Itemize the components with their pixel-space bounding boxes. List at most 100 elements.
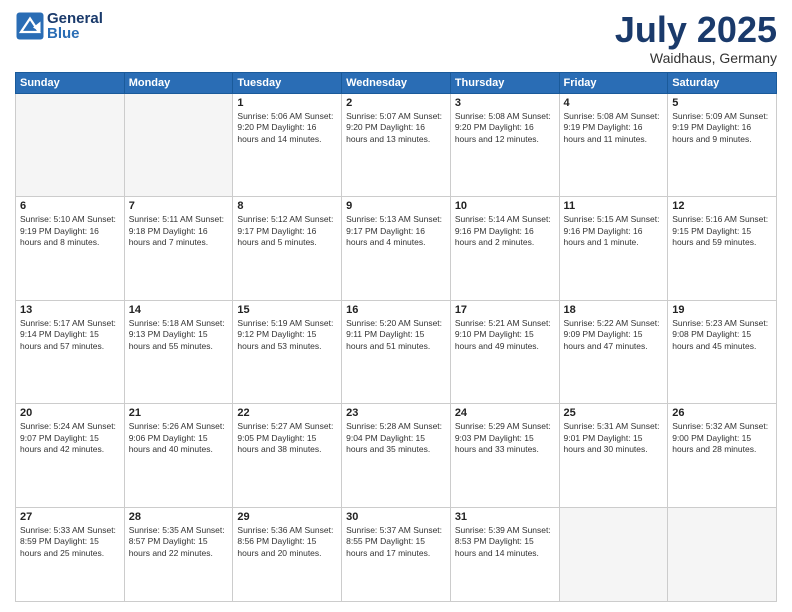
day-info: Sunrise: 5:07 AM Sunset: 9:20 PM Dayligh… xyxy=(346,111,446,145)
day-number: 20 xyxy=(20,407,120,419)
day-info: Sunrise: 5:28 AM Sunset: 9:04 PM Dayligh… xyxy=(346,421,446,455)
calendar-cell: 10Sunrise: 5:14 AM Sunset: 9:16 PM Dayli… xyxy=(450,197,559,301)
logo-text: General Blue xyxy=(47,10,103,42)
day-number: 5 xyxy=(672,97,772,109)
day-info: Sunrise: 5:21 AM Sunset: 9:10 PM Dayligh… xyxy=(455,318,555,352)
day-info: Sunrise: 5:36 AM Sunset: 8:56 PM Dayligh… xyxy=(237,525,337,559)
day-number: 27 xyxy=(20,511,120,523)
calendar-cell: 1 Sunrise: 5:06 AM Sunset: 9:20 PM Daylig… xyxy=(233,93,342,197)
title-block: July 2025 Waidhaus, Germany xyxy=(615,10,777,66)
day-info: Sunrise: 5:08 AM Sunset: 9:20 PM Dayligh… xyxy=(455,111,555,145)
day-number: 24 xyxy=(455,407,555,419)
weekday-header-tuesday: Tuesday xyxy=(233,72,342,93)
calendar-cell: 27 Sunrise: 5:33 AM Sunset: 8:59 PM Dayli… xyxy=(16,507,125,601)
logo: General Blue xyxy=(15,10,103,42)
day-number: 2 xyxy=(346,97,446,109)
day-info: Sunrise: 5:32 AM Sunset: 9:00 PM Dayligh… xyxy=(672,421,772,455)
day-info: Sunrise: 5:16 AM Sunset: 9:15 PM Dayligh… xyxy=(672,214,772,248)
weekday-header-row: SundayMondayTuesdayWednesdayThursdayFrid… xyxy=(16,72,777,93)
calendar-cell: 4 Sunrise: 5:08 AM Sunset: 9:19 PM Daylig… xyxy=(559,93,668,197)
calendar-cell xyxy=(124,93,233,197)
page: General Blue July 2025 Waidhaus, Germany… xyxy=(0,0,792,612)
day-info: Sunrise: 5:17 AM Sunset: 9:14 PM Dayligh… xyxy=(20,318,120,352)
calendar-cell: 26 Sunrise: 5:32 AM Sunset: 9:00 PM Dayli… xyxy=(668,404,777,508)
weekday-header-monday: Monday xyxy=(124,72,233,93)
calendar-cell: 22Sunrise: 5:27 AM Sunset: 9:05 PM Dayli… xyxy=(233,404,342,508)
day-info: Sunrise: 5:13 AM Sunset: 9:17 PM Dayligh… xyxy=(346,214,446,248)
day-info: Sunrise: 5:37 AM Sunset: 8:55 PM Dayligh… xyxy=(346,525,446,559)
calendar-cell: 6Sunrise: 5:10 AM Sunset: 9:19 PM Daylig… xyxy=(16,197,125,301)
day-number: 15 xyxy=(237,304,337,316)
calendar-cell: 23Sunrise: 5:28 AM Sunset: 9:04 PM Dayli… xyxy=(342,404,451,508)
week-row-2: 6Sunrise: 5:10 AM Sunset: 9:19 PM Daylig… xyxy=(16,197,777,301)
day-info: Sunrise: 5:11 AM Sunset: 9:18 PM Dayligh… xyxy=(129,214,229,248)
calendar-cell: 5 Sunrise: 5:09 AM Sunset: 9:19 PM Daylig… xyxy=(668,93,777,197)
weekday-header-wednesday: Wednesday xyxy=(342,72,451,93)
calendar-cell: 17Sunrise: 5:21 AM Sunset: 9:10 PM Dayli… xyxy=(450,300,559,404)
calendar-cell: 28 Sunrise: 5:35 AM Sunset: 8:57 PM Dayli… xyxy=(124,507,233,601)
day-info: Sunrise: 5:22 AM Sunset: 9:09 PM Dayligh… xyxy=(564,318,664,352)
day-number: 13 xyxy=(20,304,120,316)
day-number: 8 xyxy=(237,200,337,212)
calendar-cell xyxy=(16,93,125,197)
day-number: 4 xyxy=(564,97,664,109)
day-number: 19 xyxy=(672,304,772,316)
day-number: 7 xyxy=(129,200,229,212)
month-title: July 2025 xyxy=(615,10,777,50)
location-subtitle: Waidhaus, Germany xyxy=(615,50,777,66)
day-number: 9 xyxy=(346,200,446,212)
calendar-cell: 25 Sunrise: 5:31 AM Sunset: 9:01 PM Dayli… xyxy=(559,404,668,508)
day-info: Sunrise: 5:18 AM Sunset: 9:13 PM Dayligh… xyxy=(129,318,229,352)
day-number: 18 xyxy=(564,304,664,316)
calendar-cell: 13 Sunrise: 5:17 AM Sunset: 9:14 PM Dayli… xyxy=(16,300,125,404)
day-number: 14 xyxy=(129,304,229,316)
day-info: Sunrise: 5:06 AM Sunset: 9:20 PM Dayligh… xyxy=(237,111,337,145)
day-info: Sunrise: 5:19 AM Sunset: 9:12 PM Dayligh… xyxy=(237,318,337,352)
calendar-cell: 2 Sunrise: 5:07 AM Sunset: 9:20 PM Daylig… xyxy=(342,93,451,197)
calendar-cell: 7 Sunrise: 5:11 AM Sunset: 9:18 PM Daylig… xyxy=(124,197,233,301)
calendar-cell: 19 Sunrise: 5:23 AM Sunset: 9:08 PM Dayli… xyxy=(668,300,777,404)
day-number: 21 xyxy=(129,407,229,419)
week-row-3: 13 Sunrise: 5:17 AM Sunset: 9:14 PM Dayli… xyxy=(16,300,777,404)
calendar-cell: 18 Sunrise: 5:22 AM Sunset: 9:09 PM Dayli… xyxy=(559,300,668,404)
calendar-cell: 20 Sunrise: 5:24 AM Sunset: 9:07 PM Dayli… xyxy=(16,404,125,508)
day-info: Sunrise: 5:09 AM Sunset: 9:19 PM Dayligh… xyxy=(672,111,772,145)
day-info: Sunrise: 5:08 AM Sunset: 9:19 PM Dayligh… xyxy=(564,111,664,145)
day-number: 30 xyxy=(346,511,446,523)
logo-icon xyxy=(15,11,45,41)
day-number: 16 xyxy=(346,304,446,316)
day-info: Sunrise: 5:33 AM Sunset: 8:59 PM Dayligh… xyxy=(20,525,120,559)
day-info: Sunrise: 5:15 AM Sunset: 9:16 PM Dayligh… xyxy=(564,214,664,248)
weekday-header-saturday: Saturday xyxy=(668,72,777,93)
day-info: Sunrise: 5:23 AM Sunset: 9:08 PM Dayligh… xyxy=(672,318,772,352)
day-number: 12 xyxy=(672,200,772,212)
calendar-cell xyxy=(559,507,668,601)
calendar-cell: 16 Sunrise: 5:20 AM Sunset: 9:11 PM Dayli… xyxy=(342,300,451,404)
day-info: Sunrise: 5:29 AM Sunset: 9:03 PM Dayligh… xyxy=(455,421,555,455)
calendar-cell: 14 Sunrise: 5:18 AM Sunset: 9:13 PM Dayli… xyxy=(124,300,233,404)
day-info: Sunrise: 5:24 AM Sunset: 9:07 PM Dayligh… xyxy=(20,421,120,455)
day-number: 10 xyxy=(455,200,555,212)
calendar-cell: 29Sunrise: 5:36 AM Sunset: 8:56 PM Dayli… xyxy=(233,507,342,601)
day-info: Sunrise: 5:20 AM Sunset: 9:11 PM Dayligh… xyxy=(346,318,446,352)
calendar-cell xyxy=(668,507,777,601)
day-info: Sunrise: 5:39 AM Sunset: 8:53 PM Dayligh… xyxy=(455,525,555,559)
day-info: Sunrise: 5:12 AM Sunset: 9:17 PM Dayligh… xyxy=(237,214,337,248)
week-row-1: 1 Sunrise: 5:06 AM Sunset: 9:20 PM Daylig… xyxy=(16,93,777,197)
calendar-cell: 8 Sunrise: 5:12 AM Sunset: 9:17 PM Daylig… xyxy=(233,197,342,301)
calendar-cell: 15 Sunrise: 5:19 AM Sunset: 9:12 PM Dayli… xyxy=(233,300,342,404)
day-info: Sunrise: 5:27 AM Sunset: 9:05 PM Dayligh… xyxy=(237,421,337,455)
day-info: Sunrise: 5:35 AM Sunset: 8:57 PM Dayligh… xyxy=(129,525,229,559)
calendar-cell: 3Sunrise: 5:08 AM Sunset: 9:20 PM Daylig… xyxy=(450,93,559,197)
day-number: 26 xyxy=(672,407,772,419)
week-row-5: 27 Sunrise: 5:33 AM Sunset: 8:59 PM Dayli… xyxy=(16,507,777,601)
day-number: 1 xyxy=(237,97,337,109)
day-number: 25 xyxy=(564,407,664,419)
day-number: 6 xyxy=(20,200,120,212)
calendar-cell: 11Sunrise: 5:15 AM Sunset: 9:16 PM Dayli… xyxy=(559,197,668,301)
day-number: 28 xyxy=(129,511,229,523)
day-number: 31 xyxy=(455,511,555,523)
calendar-cell: 21 Sunrise: 5:26 AM Sunset: 9:06 PM Dayli… xyxy=(124,404,233,508)
day-info: Sunrise: 5:31 AM Sunset: 9:01 PM Dayligh… xyxy=(564,421,664,455)
day-info: Sunrise: 5:26 AM Sunset: 9:06 PM Dayligh… xyxy=(129,421,229,455)
